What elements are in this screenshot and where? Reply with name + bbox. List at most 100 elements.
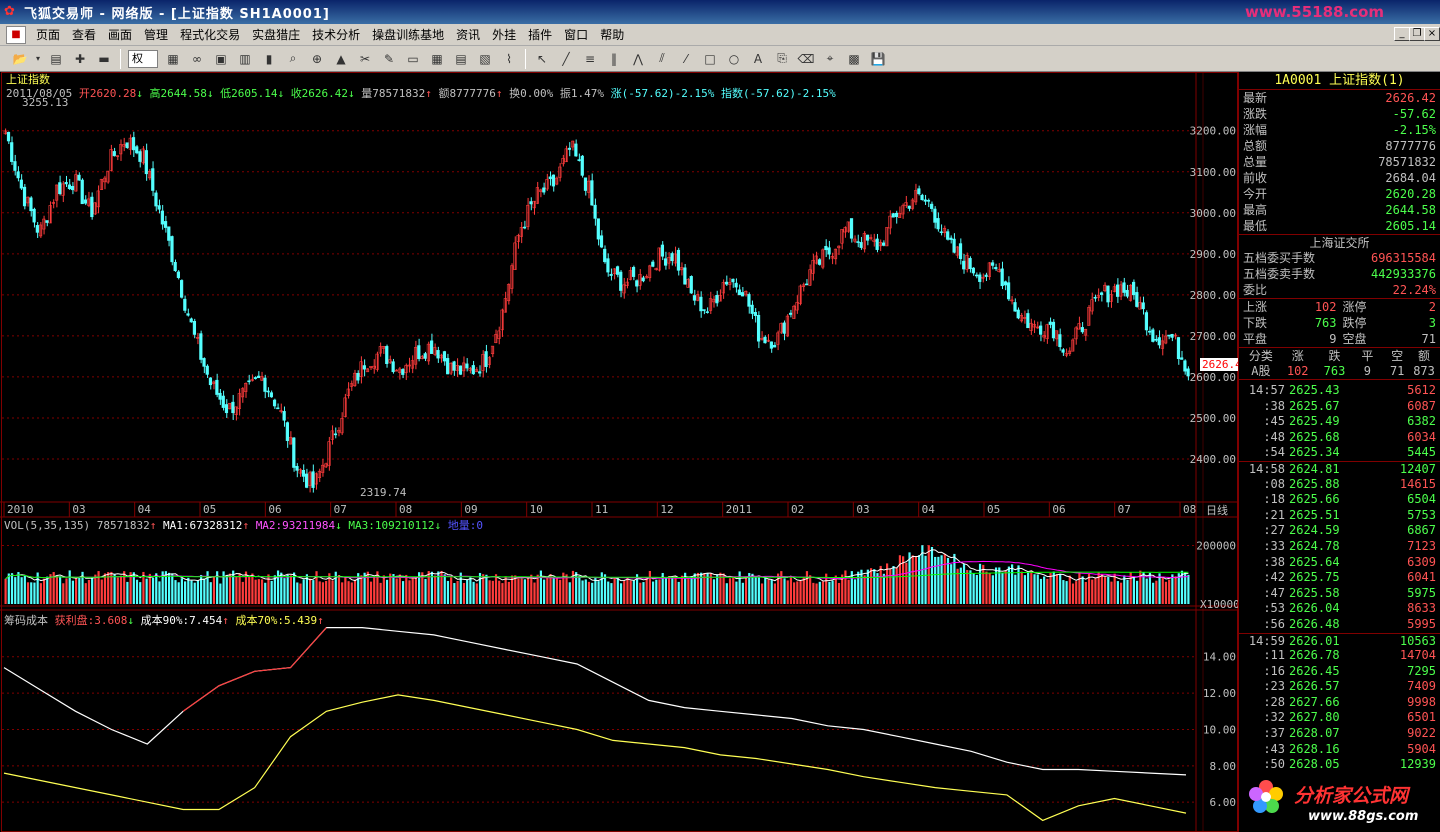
search-icon[interactable]: ⌕ — [283, 49, 303, 69]
tick-row: :45 2625.49 6382 — [1239, 414, 1440, 430]
price-tick-label: 3100.00 — [1190, 166, 1236, 179]
breadth-cell: 763 — [1314, 316, 1337, 330]
candle-body — [208, 377, 213, 386]
chart-frame — [1, 72, 1238, 832]
channel-icon[interactable]: ⫽ — [652, 49, 672, 69]
color-icon[interactable]: ▩ — [844, 49, 864, 69]
tick-time: :27 — [1263, 523, 1285, 538]
breadth-row: 平盘 9 空盘 71 — [1239, 331, 1440, 347]
cursor-icon[interactable]: ↖ — [532, 49, 552, 69]
menu-item[interactable]: 窗口 — [558, 24, 594, 46]
pin-icon[interactable]: ⌖ — [820, 49, 840, 69]
candle-body — [1176, 337, 1181, 360]
exchange-title: 上海证交所 — [1239, 234, 1440, 250]
quote-label: 五档委买手数 — [1243, 251, 1316, 265]
quote-label: 委比 — [1243, 283, 1268, 297]
line-tool-icon[interactable]: ╱ — [556, 49, 576, 69]
site-logo: 分析家公式网 www.88gs.com — [1238, 775, 1440, 832]
info-open: 开2620.28 — [78, 87, 137, 100]
breadth-row: 上涨 102 涨停 2 — [1239, 299, 1440, 315]
menu-item[interactable]: 程式化交易 — [174, 24, 246, 46]
menu-item[interactable]: 外挂 — [486, 24, 522, 46]
candle-body — [305, 473, 309, 488]
fan-icon[interactable]: ⋀ — [628, 49, 648, 69]
breadth-cell: 涨停 — [1342, 300, 1367, 314]
cycle-icon[interactable]: ‖ — [604, 49, 624, 69]
kline-chart-area[interactable]: 3200.00 3100.00 3000.00 2900.00 2800.00 2700.… — [0, 72, 1244, 832]
filter-icon[interactable]: ▥ — [235, 49, 255, 69]
folder-icon[interactable]: 📂 — [10, 49, 30, 69]
text-tool-icon[interactable]: A — [748, 49, 768, 69]
toolbar-divider — [525, 48, 526, 69]
menu-item[interactable]: 操盘训练基地 — [366, 24, 450, 46]
dropdown-icon[interactable]: ▾ — [34, 49, 42, 69]
cost-name: 筹码成本 — [4, 614, 48, 627]
candle-body — [1016, 309, 1020, 319]
layout-icon[interactable]: ▦ — [427, 49, 447, 69]
minimize-icon[interactable]: _ — [1394, 27, 1410, 41]
alarm-icon[interactable]: ▲ — [331, 49, 351, 69]
candle-body — [186, 313, 190, 316]
tools-icon[interactable]: ✂ — [355, 49, 375, 69]
report-icon[interactable]: ▤ — [46, 49, 66, 69]
quote-value: -57.62 — [1392, 107, 1436, 121]
book-icon[interactable]: ▮ — [259, 49, 279, 69]
candle-body — [1061, 349, 1065, 353]
candle-body — [1006, 282, 1011, 300]
rectangle-icon[interactable]: □ — [700, 49, 720, 69]
table-icon[interactable]: ▤ — [451, 49, 471, 69]
grid-icon[interactable]: ▦ — [163, 49, 183, 69]
menu-item[interactable]: 查看 — [66, 24, 102, 46]
glasses-icon[interactable]: ∞ — [187, 49, 207, 69]
copy-icon[interactable]: ⎘ — [772, 49, 792, 69]
candle-body — [664, 258, 668, 266]
candle-body — [135, 146, 139, 154]
menu-item[interactable]: 画面 — [102, 24, 138, 46]
menu-item[interactable]: 页面 — [30, 24, 66, 46]
candle-body — [772, 344, 777, 348]
class-data-cell: 763 — [1323, 364, 1346, 378]
chart-icon[interactable]: ▧ — [475, 49, 495, 69]
tick-price: 2624.59 — [1289, 523, 1340, 538]
candle-body — [167, 226, 171, 241]
close-icon[interactable]: × — [1424, 27, 1440, 41]
tick-price: 2624.78 — [1289, 538, 1340, 553]
document-icon[interactable]: ■ — [6, 25, 26, 44]
menu-item[interactable]: 帮助 — [594, 24, 630, 46]
menu-item[interactable]: 管理 — [138, 24, 174, 46]
menu-item[interactable]: 实盘猎庄 — [246, 24, 306, 46]
candle-body — [577, 159, 581, 161]
breadth-row: 下跌 763 跌停 3 — [1239, 315, 1440, 331]
menu-item[interactable]: 技术分析 — [306, 24, 366, 46]
menu-item[interactable]: 资讯 — [450, 24, 486, 46]
x-tick-label: 04 — [138, 503, 152, 516]
class-data-cell: 9 — [1363, 364, 1371, 378]
period-select[interactable]: 权 — [128, 49, 158, 68]
ellipse-icon[interactable]: ○ — [724, 49, 744, 69]
menu-item[interactable]: 插件 — [522, 24, 558, 46]
restore-icon[interactable]: ❐ — [1409, 27, 1425, 41]
parallel-icon[interactable]: ⁄ — [676, 49, 696, 69]
candle-body — [881, 242, 886, 246]
zoom-icon[interactable]: ⊕ — [307, 49, 327, 69]
candle-body — [1115, 284, 1120, 297]
tick-time: :38 — [1263, 554, 1285, 569]
crosshair-icon[interactable]: ✚ — [70, 49, 90, 69]
x-tick-label: 10 — [530, 503, 543, 516]
chart-canvas[interactable]: 3200.00 3100.00 3000.00 2900.00 2800.00 2700.… — [0, 72, 1238, 832]
candle-body — [574, 143, 578, 157]
calendar-icon[interactable]: ▣ — [211, 49, 231, 69]
minus-icon[interactable]: ▬ — [94, 49, 114, 69]
window-icon[interactable]: ▭ — [403, 49, 423, 69]
save-icon[interactable]: 💾 — [868, 49, 888, 69]
period-label[interactable]: 日线 — [1206, 502, 1228, 518]
tick-row: :54 2625.34 5445 — [1239, 445, 1440, 461]
line-chart-icon[interactable]: ⌇ — [499, 49, 519, 69]
price-tick-label: 2900.00 — [1190, 248, 1236, 261]
candle-body — [1135, 292, 1139, 307]
edit-icon[interactable]: ✎ — [379, 49, 399, 69]
eraser-icon[interactable]: ⌫ — [796, 49, 816, 69]
candle-body — [551, 174, 556, 187]
fib-icon[interactable]: ≡ — [580, 49, 600, 69]
tick-price: 2626.57 — [1289, 679, 1340, 694]
